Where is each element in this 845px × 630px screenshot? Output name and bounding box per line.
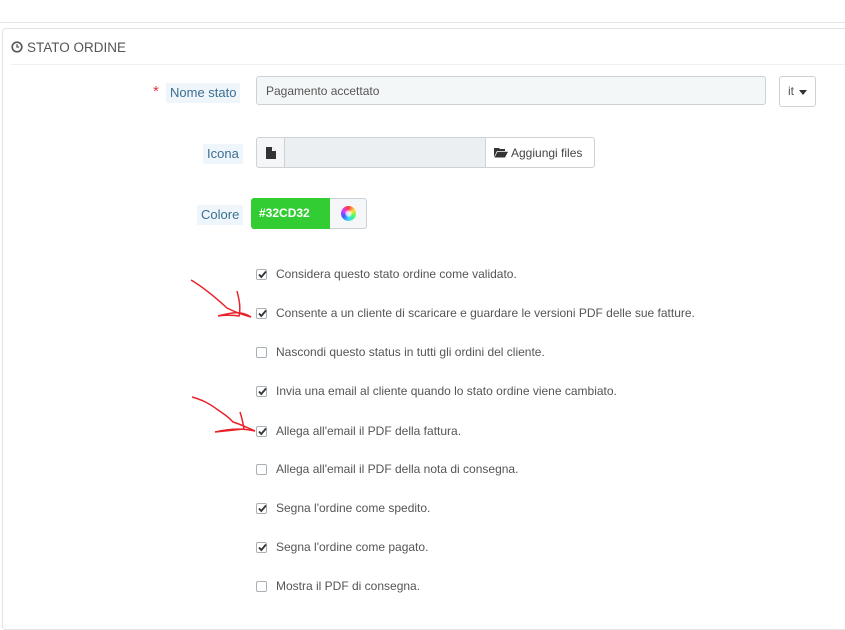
panel-title: STATO ORDINE (27, 39, 127, 55)
option-row[interactable]: Invia una email al cliente quando lo sta… (256, 382, 617, 400)
option-row[interactable]: Allega all'email il PDF della nota di co… (256, 460, 518, 478)
icon-file-upload: Aggiungi files (256, 137, 595, 168)
panel-heading: STATO ORDINE (11, 35, 126, 59)
option-label: Allega all'email il PDF della fattura. (276, 424, 462, 438)
option-row[interactable]: Nascondi questo status in tutti gli ordi… (256, 343, 545, 361)
caret-down-icon (799, 90, 807, 95)
option-checkbox[interactable] (256, 268, 267, 280)
clock-icon (11, 41, 23, 53)
top-divider (0, 22, 845, 23)
option-label: Invia una email al cliente quando lo sta… (276, 384, 617, 398)
option-row[interactable]: Segna l'ordine come spedito. (256, 499, 430, 517)
checkmark-icon (258, 387, 267, 395)
color-picker: #32CD32 (251, 198, 367, 229)
language-value: it (788, 84, 794, 98)
option-checkbox[interactable] (256, 307, 267, 319)
option-row[interactable]: Considera questo stato ordine come valid… (256, 265, 517, 283)
option-row[interactable]: Mostra il PDF di consegna. (256, 577, 420, 595)
option-label: Considera questo stato ordine come valid… (276, 267, 517, 281)
option-label: Segna l'ordine come spedito. (276, 501, 431, 515)
color-value-input[interactable]: #32CD32 (251, 198, 330, 229)
add-files-label: Aggiungi files (511, 145, 583, 160)
option-checkbox[interactable] (256, 425, 267, 437)
icon-label: Icona (203, 144, 243, 164)
option-row[interactable]: Segna l'ordine come pagato. (256, 538, 428, 556)
option-checkbox[interactable] (256, 385, 267, 397)
file-icon (256, 137, 285, 168)
option-checkbox[interactable] (256, 346, 267, 358)
folder-open-icon (494, 148, 508, 158)
color-label: Colore (197, 205, 244, 225)
option-label: Allega all'email il PDF della nota di co… (276, 462, 519, 476)
color-wheel-icon (340, 206, 356, 221)
checkmark-icon (258, 543, 267, 551)
option-checkbox[interactable] (256, 502, 267, 514)
checkmark-icon (258, 504, 267, 512)
status-name-input[interactable]: Pagamento accettato (256, 76, 766, 105)
add-files-button[interactable]: Aggiungi files (485, 137, 595, 168)
checkmark-icon (258, 427, 267, 435)
option-row[interactable]: Consente a un cliente di scaricare e gua… (256, 304, 695, 322)
option-row[interactable]: Allega all'email il PDF della fattura. (256, 422, 461, 440)
option-label: Mostra il PDF di consegna. (276, 579, 421, 593)
option-checkbox[interactable] (256, 580, 267, 592)
option-checkbox[interactable] (256, 541, 267, 553)
option-label: Nascondi questo status in tutti gli ordi… (276, 345, 545, 359)
option-checkbox[interactable] (256, 463, 267, 475)
language-dropdown[interactable]: it (779, 76, 816, 107)
color-picker-button[interactable] (330, 198, 367, 229)
checkmark-icon (258, 309, 267, 317)
name-label: Nome stato (166, 83, 241, 103)
option-label: Consente a un cliente di scaricare e gua… (276, 306, 695, 320)
panel-divider (11, 64, 845, 65)
file-name-field[interactable] (285, 137, 485, 168)
required-mark: * (153, 83, 159, 100)
checkmark-icon (258, 270, 267, 278)
option-label: Segna l'ordine come pagato. (276, 540, 429, 554)
